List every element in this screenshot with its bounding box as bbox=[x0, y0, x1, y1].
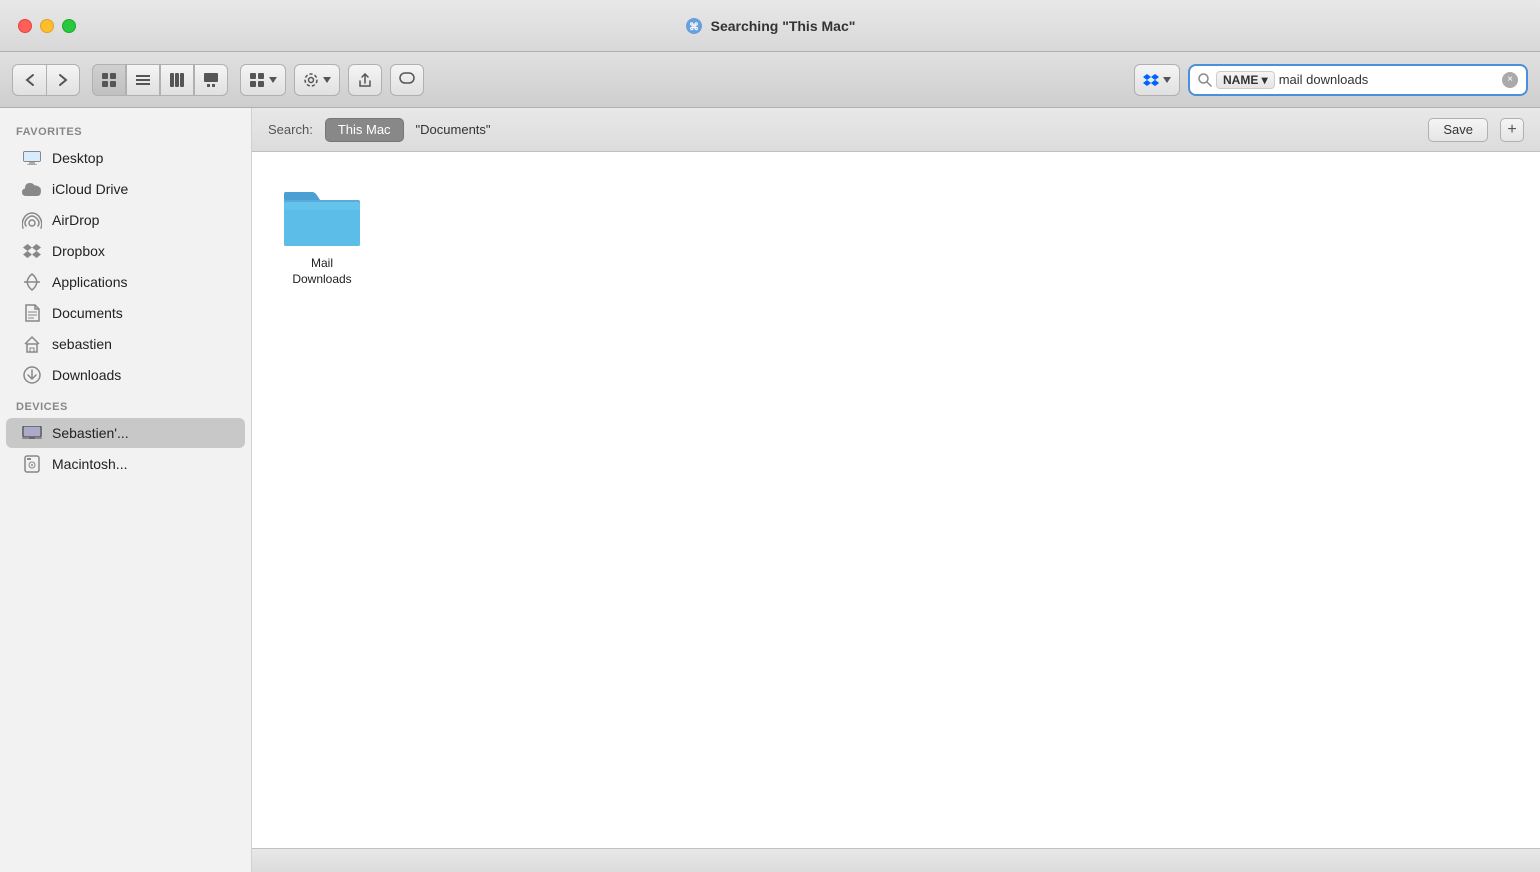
view-group bbox=[92, 64, 228, 96]
bottom-bar bbox=[252, 848, 1540, 872]
window-title-text: Searching "This Mac" bbox=[711, 18, 856, 34]
window-title: ⌘ Searching "This Mac" bbox=[685, 17, 856, 35]
nav-group bbox=[12, 64, 80, 96]
dropbox-sidebar-icon bbox=[22, 241, 42, 261]
sidebar-item-home[interactable]: sebastien bbox=[6, 329, 245, 359]
scope-this-mac-button[interactable]: This Mac bbox=[325, 118, 404, 142]
finder-icon: ⌘ bbox=[685, 17, 703, 35]
title-bar: ⌘ Searching "This Mac" bbox=[0, 0, 1540, 52]
airdrop-icon bbox=[22, 210, 42, 230]
file-grid: Mail Downloads bbox=[272, 172, 1520, 295]
grid-icon bbox=[101, 72, 117, 88]
main-content: Favorites Desktop iCloud Drive bbox=[0, 108, 1540, 872]
sidebar-item-documents[interactable]: Documents bbox=[6, 298, 245, 328]
sidebar-item-label-airdrop: AirDrop bbox=[52, 212, 99, 228]
downloads-icon bbox=[22, 365, 42, 385]
sidebar-item-label-home: sebastien bbox=[52, 336, 112, 352]
sidebar-item-label-documents: Documents bbox=[52, 305, 123, 321]
search-icon bbox=[1198, 73, 1212, 87]
tag-icon bbox=[399, 72, 415, 88]
group-icon bbox=[249, 72, 265, 88]
file-area: Mail Downloads bbox=[252, 152, 1540, 872]
search-bar: NAME ▾ × bbox=[1188, 64, 1528, 96]
chevron-down-icon-dropbox bbox=[1163, 77, 1171, 83]
dropbox-button[interactable] bbox=[1134, 64, 1180, 96]
sidebar-item-dropbox[interactable]: Dropbox bbox=[6, 236, 245, 266]
gear-icon bbox=[303, 72, 319, 88]
sidebar-item-label-sebastien-mac: Sebastien'... bbox=[52, 425, 129, 441]
sidebar-item-downloads[interactable]: Downloads bbox=[6, 360, 245, 390]
chevron-down-icon-settings bbox=[323, 77, 331, 83]
sidebar-item-applications[interactable]: Applications bbox=[6, 267, 245, 297]
group-button[interactable] bbox=[240, 64, 286, 96]
favorites-label: Favorites bbox=[0, 116, 251, 142]
sidebar-item-label-applications: Applications bbox=[52, 274, 128, 290]
view-column-button[interactable] bbox=[160, 64, 194, 96]
close-button[interactable] bbox=[18, 19, 32, 33]
forward-icon bbox=[58, 73, 68, 87]
search-scope-bar: Search: This Mac "Documents" Save + bbox=[252, 108, 1540, 152]
file-item-mail-downloads[interactable]: Mail Downloads bbox=[272, 172, 372, 295]
chevron-down-icon bbox=[269, 77, 277, 83]
view-icon-button[interactable] bbox=[92, 64, 126, 96]
columns-icon bbox=[169, 72, 185, 88]
scope-documents-text[interactable]: "Documents" bbox=[416, 122, 491, 137]
minimize-button[interactable] bbox=[40, 19, 54, 33]
desktop-icon bbox=[22, 148, 42, 168]
sidebar-item-label-icloud: iCloud Drive bbox=[52, 181, 128, 197]
view-cover-button[interactable] bbox=[194, 64, 228, 96]
sidebar-item-label-downloads: Downloads bbox=[52, 367, 121, 383]
svg-text:⌘: ⌘ bbox=[689, 22, 699, 33]
forward-button[interactable] bbox=[46, 64, 80, 96]
sidebar-item-desktop[interactable]: Desktop bbox=[6, 143, 245, 173]
back-icon bbox=[25, 73, 35, 87]
dropbox-icon bbox=[1143, 73, 1159, 87]
sidebar-item-label-dropbox: Dropbox bbox=[52, 243, 105, 259]
add-criteria-button[interactable]: + bbox=[1500, 118, 1524, 142]
sidebar-item-sebastien-mac[interactable]: Sebastien'... bbox=[6, 418, 245, 448]
harddisk-icon bbox=[22, 454, 42, 474]
settings-button[interactable] bbox=[294, 64, 340, 96]
maximize-button[interactable] bbox=[62, 19, 76, 33]
share-icon bbox=[357, 72, 373, 88]
cover-icon bbox=[203, 72, 219, 88]
sidebar-item-airdrop[interactable]: AirDrop bbox=[6, 205, 245, 235]
tag-button[interactable] bbox=[390, 64, 424, 96]
devices-label: Devices bbox=[0, 391, 251, 417]
sidebar-item-label-macintosh-hd: Macintosh... bbox=[52, 456, 127, 472]
applications-icon bbox=[22, 272, 42, 292]
search-input[interactable] bbox=[1279, 72, 1498, 87]
laptop-icon bbox=[22, 423, 42, 443]
back-button[interactable] bbox=[12, 64, 46, 96]
sidebar-item-macintosh-hd[interactable]: Macintosh... bbox=[6, 449, 245, 479]
list-icon bbox=[135, 72, 151, 88]
icloud-icon bbox=[22, 179, 42, 199]
save-search-button[interactable]: Save bbox=[1428, 118, 1488, 142]
sidebar-item-icloud[interactable]: iCloud Drive bbox=[6, 174, 245, 204]
file-area-content: Mail Downloads bbox=[252, 152, 1540, 848]
home-icon bbox=[22, 334, 42, 354]
search-label: Search: bbox=[268, 122, 313, 137]
view-list-button[interactable] bbox=[126, 64, 160, 96]
search-name-badge[interactable]: NAME ▾ bbox=[1216, 71, 1275, 89]
search-clear-button[interactable]: × bbox=[1502, 72, 1518, 88]
sidebar: Favorites Desktop iCloud Drive bbox=[0, 108, 252, 872]
file-name-mail-downloads: Mail Downloads bbox=[280, 256, 364, 287]
share-button[interactable] bbox=[348, 64, 382, 96]
traffic-lights bbox=[18, 19, 76, 33]
toolbar: NAME ▾ × bbox=[0, 52, 1540, 108]
sidebar-item-label-desktop: Desktop bbox=[52, 150, 103, 166]
folder-icon bbox=[282, 180, 362, 248]
documents-icon bbox=[22, 303, 42, 323]
